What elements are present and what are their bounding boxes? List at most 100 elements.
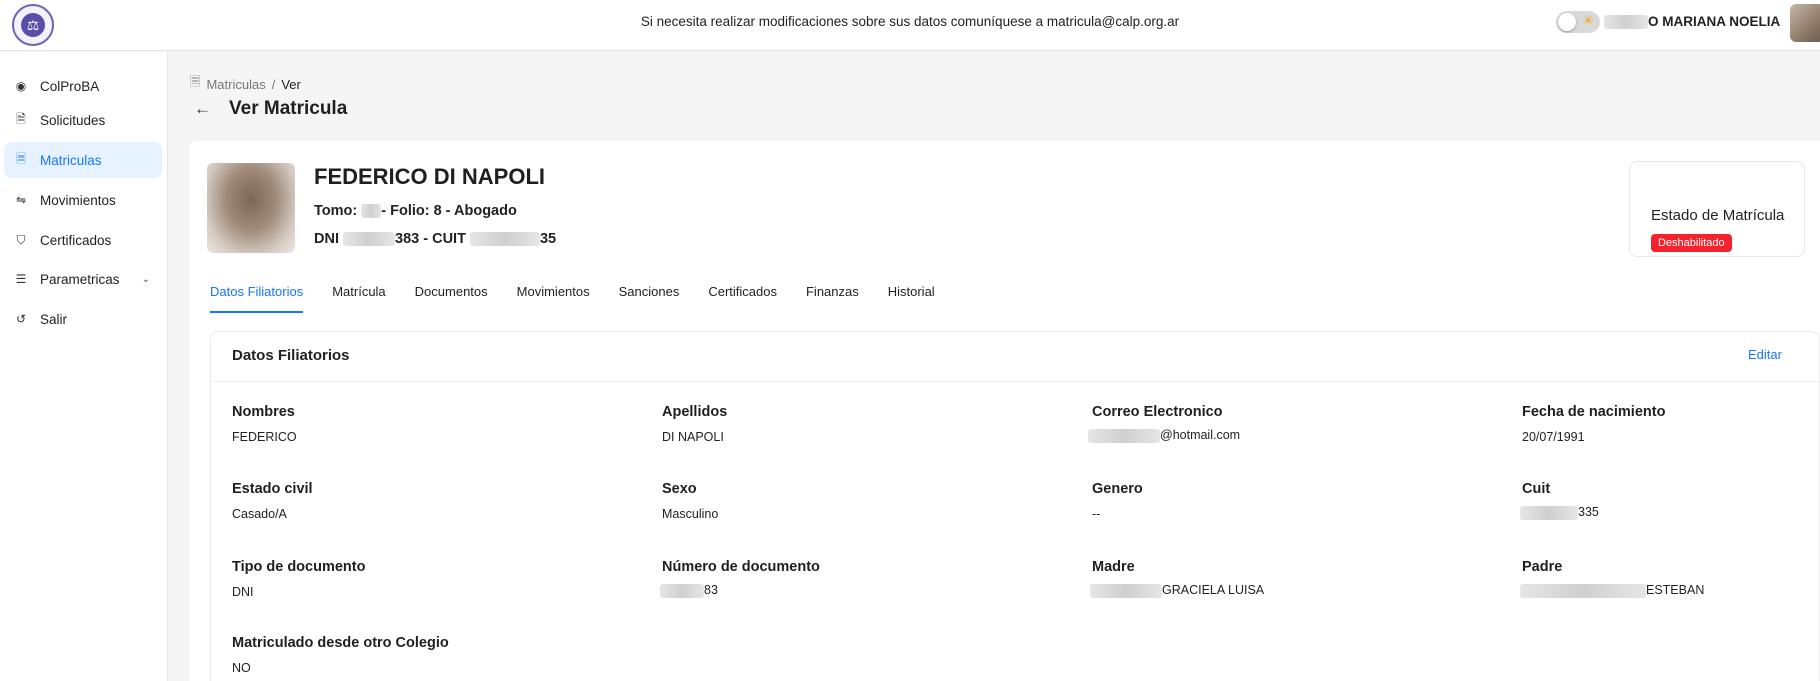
madre-name-text: GRACIELA LUISA [1162, 583, 1265, 597]
sidebar-item-label: Salir [40, 311, 68, 327]
tab-certificados[interactable]: Certificados [708, 284, 777, 313]
field-value-nombres: FEDERICO [232, 430, 297, 444]
chevron-down-icon: ⌄ [141, 273, 150, 285]
tabs: Datos Filiatorios Matrícula Documentos M… [210, 284, 964, 313]
tab-historial[interactable]: Historial [888, 284, 935, 313]
sidebar-item-certificados[interactable]: ⛉ Certificados [4, 222, 162, 258]
id-file-icon: 🗏 [16, 151, 26, 166]
toggle-knob [1558, 13, 1576, 31]
file-icon: 🗎 [16, 111, 26, 126]
sidebar-item-label: Solicitudes [40, 112, 106, 128]
redacted-text [469, 232, 540, 247]
swap-icon: ⇋ [15, 193, 27, 207]
cuit-suffix-text: 335 [1578, 505, 1599, 519]
dni-prefix: DNI [314, 231, 339, 247]
sidebar-item-solicitudes[interactable]: 🗎 Solicitudes [4, 102, 162, 138]
tab-sanciones[interactable]: Sanciones [619, 284, 680, 313]
dni-mid: 383 - CUIT [395, 231, 466, 247]
redacted-text [1520, 583, 1646, 598]
logout-icon: ↺ [15, 312, 27, 326]
field-label-apellidos: Apellidos [662, 404, 728, 420]
breadcrumb-parent[interactable]: Matriculas [206, 77, 265, 92]
redacted-text [660, 583, 704, 598]
field-value-fecha-nacimiento: 20/07/1991 [1522, 430, 1585, 444]
redacted-text [343, 232, 396, 247]
estado-box: Estado de Matrícula Deshabilitado [1629, 161, 1805, 257]
avatar[interactable] [1790, 4, 1820, 42]
tomo-prefix: Tomo: [314, 203, 358, 219]
sidebar-item-label: Certificados [40, 232, 112, 248]
person-name: FEDERICO DI NAPOLI [314, 164, 546, 189]
field-value-madre: GRACIELA LUISA [1090, 583, 1264, 598]
user-name-text: O MARIANA NOELIA [1648, 14, 1781, 29]
tab-matricula[interactable]: Matrícula [332, 284, 385, 313]
page-title: Ver Matricula [229, 98, 348, 119]
sidebar-item-colproba[interactable]: ◉ ColProBA [4, 68, 162, 104]
profile-photo [207, 163, 295, 253]
field-label-padre: Padre [1522, 559, 1563, 575]
datos-filiatorios-panel: Datos Filiatorios Editar Nombres FEDERIC… [210, 331, 1820, 681]
redacted-text [1520, 505, 1578, 520]
breadcrumb-file-icon: 🗏 [190, 74, 201, 89]
correo-domain: @hotmail.com [1160, 428, 1241, 442]
field-value-genero: -- [1092, 507, 1101, 521]
sidebar-item-movimientos[interactable]: ⇋ Movimientos [4, 182, 162, 218]
field-value-numero-documento: 83 [660, 583, 718, 598]
redacted-text [1088, 428, 1160, 443]
field-value-cuit: 335 [1520, 505, 1599, 520]
breadcrumb-current: Ver [281, 76, 301, 92]
redacted-text [1604, 15, 1648, 30]
breadcrumb-separator: / [271, 76, 276, 92]
field-label-correo: Correo Electronico [1092, 404, 1223, 420]
field-label-nombres: Nombres [232, 404, 295, 420]
contact-notice: Si necesita realizar modificaciones sobr… [640, 14, 1180, 29]
tomo-folio: Tomo: - Folio: 8 - Abogado [314, 203, 517, 219]
tab-documentos[interactable]: Documentos [415, 284, 488, 313]
top-bar: ⚖ Si necesita realizar modificaciones so… [0, 0, 1820, 51]
field-label-sexo: Sexo [662, 481, 697, 497]
edit-link[interactable]: Editar [1748, 347, 1782, 362]
theme-toggle[interactable]: ☀ [1556, 11, 1600, 33]
user-name[interactable]: O MARIANA NOELIA [1604, 14, 1781, 30]
sidebar-item-salir[interactable]: ↺ Salir [4, 301, 162, 337]
field-value-padre: ESTEBAN [1520, 583, 1704, 598]
scales-icon: ⚖ [21, 13, 45, 37]
field-label-cuit: Cuit [1522, 481, 1551, 497]
redacted-text [361, 204, 382, 219]
back-arrow-icon[interactable]: ← [194, 99, 211, 119]
sidebar-item-matriculas[interactable]: 🗏 Matriculas [4, 142, 162, 178]
breadcrumb: 🗏 Matriculas / Ver [190, 73, 301, 95]
field-value-apellidos: DI NAPOLI [662, 430, 724, 444]
sidebar-item-label: ColProBA [40, 78, 100, 94]
college-logo[interactable]: ⚖ [12, 4, 54, 46]
cuit-suffix: 35 [539, 231, 557, 247]
field-value-correo: @hotmail.com [1088, 428, 1240, 443]
sun-icon: ☀ [1582, 13, 1594, 28]
redacted-text [1090, 583, 1162, 598]
tomo-suffix: - Folio: 8 - Abogado [381, 203, 517, 219]
tab-datos-filiatorios[interactable]: Datos Filiatorios [210, 284, 304, 313]
page-header: ← Ver Matricula [194, 98, 347, 120]
sidebar-item-parametricas[interactable]: ☰ Parametricas ⌄ [4, 261, 162, 297]
sidebar-item-label: Movimientos [40, 192, 116, 208]
field-label-estado-civil: Estado civil [232, 481, 313, 497]
field-value-tipo-documento: DNI [232, 585, 254, 599]
field-label-matriculado-otro-colegio: Matriculado desde otro Colegio [232, 635, 449, 651]
field-label-numero-documento: Número de documento [662, 559, 820, 575]
documento-suffix-text: 83 [704, 583, 718, 597]
sidebar-item-label: Matriculas [40, 152, 102, 168]
field-label-genero: Genero [1092, 481, 1143, 497]
field-value-matriculado-otro-colegio: NO [232, 661, 251, 675]
tab-movimientos[interactable]: Movimientos [517, 284, 590, 313]
panel-title: Datos Filiatorios [232, 347, 350, 364]
field-label-tipo-documento: Tipo de documento [232, 559, 366, 575]
shield-check-icon: ⛉ [16, 232, 26, 247]
sidebar-item-label: Parametricas [40, 271, 120, 287]
tab-finanzas[interactable]: Finanzas [806, 284, 859, 313]
field-label-fecha-nacimiento: Fecha de nacimiento [1522, 404, 1666, 420]
field-value-estado-civil: Casado/A [232, 507, 287, 521]
status-badge: Deshabilitado [1651, 234, 1732, 252]
sidebar: ◉ ColProBA 🗎 Solicitudes 🗏 Matriculas ⇋ … [0, 52, 168, 681]
field-value-sexo: Masculino [662, 507, 719, 521]
dni-cuit: DNI 383 - CUIT 35 [314, 231, 556, 247]
